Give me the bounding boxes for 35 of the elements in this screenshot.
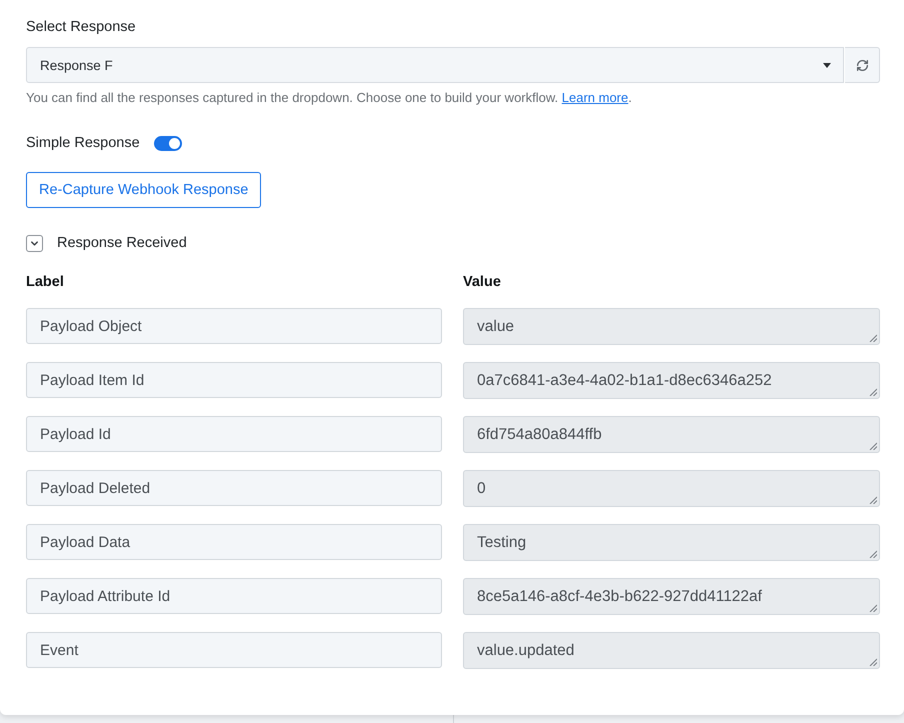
label-field[interactable]: Payload Deleted [26,470,442,506]
refresh-icon [856,58,868,72]
caret-icon [823,62,831,68]
toggle-label: Simple Response [26,134,140,152]
column-header: Label [26,273,64,291]
resize-handle-icon [869,550,877,558]
column-header: Value [463,273,501,291]
toggle-switch[interactable] [154,136,182,150]
resize-handle-icon [869,604,877,612]
value-field[interactable]: 0 [463,470,880,507]
resize-handle-icon [869,388,877,396]
label-field[interactable]: Payload Item Id [26,362,442,398]
resize-handle-icon [869,496,877,504]
resize-handle-icon [869,442,877,450]
label-field[interactable]: Event [26,632,442,668]
collapse-button[interactable] [26,234,43,252]
field-label: Select Response [26,18,136,36]
resize-handle-icon [869,334,877,342]
value-field[interactable]: 0a7c6841-a3e4-4a02-b1a1-d8ec6346a252 [463,362,880,399]
label-field[interactable]: Payload Id [26,416,442,452]
help-text: You can find all the responses captured in the dropdown. Choose one to build your workflow. Learn more. [26,90,632,106]
label-field[interactable]: Payload Data [26,524,442,560]
label-field[interactable]: Payload Object [26,308,442,344]
value-field[interactable]: 8ce5a146-a8cf-4e3b-b622-927dd41122af [463,578,880,615]
learn-more-link[interactable]: Learn more [562,90,628,105]
value-field[interactable]: 6fd754a80a844ffb [463,416,880,453]
section-title: Response Received [57,234,187,252]
resize-handle-icon [869,658,877,666]
refresh-button[interactable] [845,47,880,83]
value-field[interactable]: value [463,308,880,345]
recapture-button[interactable]: Re-Capture Webhook Response [26,172,262,208]
label-field[interactable]: Payload Attribute Id [26,578,442,614]
response-select[interactable]: Response F [26,47,844,83]
value-field[interactable]: value.updated [463,632,880,669]
value-field[interactable]: Testing [463,524,880,561]
